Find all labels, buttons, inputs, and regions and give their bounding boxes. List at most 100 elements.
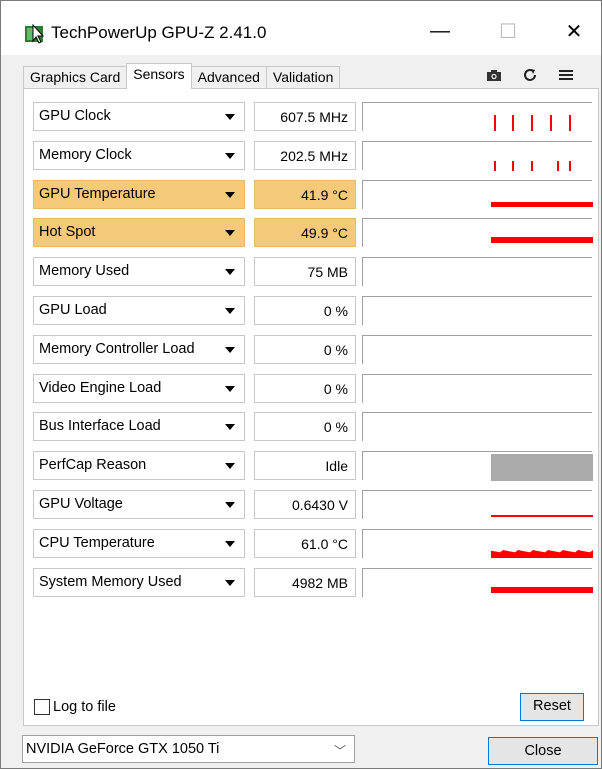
- gpuz-window: TechPowerUp GPU-Z 2.41.0 — ☐ ✕ Graphics …: [0, 0, 602, 769]
- sensor-label: Memory Used: [39, 263, 130, 279]
- sensor-value: Idle: [254, 451, 356, 480]
- sensor-value: 41.9 °C: [254, 180, 356, 209]
- sensor-value: 0.6430 V: [254, 490, 356, 519]
- sensor-label: GPU Voltage: [39, 496, 123, 512]
- dropdown-arrow-icon: [225, 463, 235, 469]
- gpuz-app-icon: [25, 23, 45, 44]
- sensor-row: GPU Temperature 41.9 °C: [33, 180, 593, 209]
- sensor-label: CPU Temperature: [39, 535, 155, 551]
- sensor-graph: [362, 180, 593, 209]
- sensor-select[interactable]: GPU Clock: [33, 102, 245, 131]
- sensor-select[interactable]: GPU Temperature: [33, 180, 245, 209]
- sensor-value: 0 %: [254, 335, 356, 364]
- sensor-value: 607.5 MHz: [254, 102, 356, 131]
- camera-icon[interactable]: [485, 66, 503, 84]
- sensor-graph: [362, 335, 592, 364]
- sensor-label: Hot Spot: [39, 224, 96, 240]
- minimize-button[interactable]: —: [417, 13, 463, 49]
- window-title: TechPowerUp GPU-Z 2.41.0: [51, 23, 267, 42]
- toolbar-icons: [485, 65, 575, 85]
- close-window-button[interactable]: ✕: [551, 13, 597, 49]
- sensor-row: Video Engine Load 0 %: [33, 374, 593, 403]
- sensor-graph: [362, 102, 592, 131]
- sensor-label: Memory Clock: [39, 147, 132, 163]
- refresh-icon[interactable]: [521, 66, 539, 84]
- sensor-row: PerfCap Reason Idle: [33, 451, 593, 481]
- reset-button[interactable]: Reset: [520, 693, 584, 721]
- sensor-graph: [362, 568, 593, 597]
- sensor-graph: [362, 296, 592, 325]
- sensor-graph: [362, 529, 593, 558]
- log-to-file-checkbox[interactable]: [34, 699, 50, 715]
- sensor-select[interactable]: CPU Temperature: [33, 529, 245, 558]
- sensor-select[interactable]: Memory Used: [33, 257, 245, 286]
- sensor-graph: [362, 257, 592, 286]
- dropdown-arrow-icon: [225, 347, 235, 353]
- tab-strip: Graphics Card Sensors Advanced Validatio…: [23, 63, 341, 89]
- sensor-value: 0 %: [254, 412, 356, 441]
- sensor-row: System Memory Used 4982 MB: [33, 568, 593, 597]
- minimize-icon: —: [430, 19, 450, 42]
- close-button[interactable]: Close: [488, 737, 598, 765]
- close-icon: ✕: [565, 20, 583, 43]
- title-bar[interactable]: TechPowerUp GPU-Z 2.41.0 — ☐ ✕: [1, 1, 601, 55]
- sensor-select[interactable]: GPU Load: [33, 296, 245, 325]
- sensor-row: CPU Temperature 61.0 °C: [33, 529, 593, 558]
- dropdown-arrow-icon: [225, 541, 235, 547]
- sensor-label: GPU Load: [39, 302, 107, 318]
- sensor-row: Bus Interface Load 0 %: [33, 412, 593, 441]
- sensor-value: 0 %: [254, 296, 356, 325]
- sensor-select[interactable]: Video Engine Load: [33, 374, 245, 403]
- sensor-graph: [362, 141, 592, 171]
- sensor-value: 49.9 °C: [254, 218, 356, 247]
- maximize-icon: ☐: [499, 20, 517, 43]
- gpu-select[interactable]: NVIDIA GeForce GTX 1050 Ti ﹀: [22, 735, 355, 763]
- sensor-row: GPU Clock 607.5 MHz: [33, 102, 593, 131]
- dropdown-arrow-icon: [225, 153, 235, 159]
- tab-graphics-card[interactable]: Graphics Card: [23, 66, 128, 88]
- sensor-label: Memory Controller Load: [39, 341, 195, 357]
- dropdown-arrow-icon: [225, 386, 235, 392]
- sensor-value: 202.5 MHz: [254, 141, 356, 170]
- tab-validation[interactable]: Validation: [265, 66, 341, 88]
- log-to-file-label: Log to file: [53, 699, 116, 715]
- dropdown-arrow-icon: [225, 269, 235, 275]
- sensor-value: 4982 MB: [254, 568, 356, 597]
- dropdown-arrow-icon: [225, 230, 235, 236]
- sensor-row: Hot Spot 49.9 °C: [33, 218, 593, 247]
- dropdown-arrow-icon: [225, 424, 235, 430]
- sensor-label: Bus Interface Load: [39, 418, 161, 434]
- sensor-row: GPU Load 0 %: [33, 296, 593, 325]
- sensor-graph: [362, 451, 593, 481]
- menu-icon[interactable]: [557, 66, 575, 84]
- sensor-select[interactable]: Bus Interface Load: [33, 412, 245, 441]
- maximize-button[interactable]: ☐: [485, 13, 531, 49]
- sensor-value: 61.0 °C: [254, 529, 356, 558]
- sensor-row: Memory Clock 202.5 MHz: [33, 141, 593, 171]
- dropdown-arrow-icon: [225, 192, 235, 198]
- tab-sensors[interactable]: Sensors: [126, 63, 192, 89]
- sensor-select[interactable]: Memory Clock: [33, 141, 245, 170]
- sensor-label: System Memory Used: [39, 574, 182, 590]
- sensor-row: GPU Voltage 0.6430 V: [33, 490, 593, 519]
- dropdown-arrow-icon: [225, 502, 235, 508]
- sensor-graph: [362, 374, 592, 403]
- sensor-select[interactable]: Memory Controller Load: [33, 335, 245, 364]
- sensor-label: GPU Temperature: [39, 186, 156, 202]
- sensor-select[interactable]: Hot Spot: [33, 218, 245, 247]
- sensor-label: Video Engine Load: [39, 380, 162, 396]
- sensor-select[interactable]: GPU Voltage: [33, 490, 245, 519]
- sensor-select[interactable]: System Memory Used: [33, 568, 245, 597]
- sensor-row: Memory Used 75 MB: [33, 257, 593, 286]
- sensor-select[interactable]: PerfCap Reason: [33, 451, 245, 480]
- sensor-label: GPU Clock: [39, 108, 111, 124]
- sensor-graph: [362, 412, 592, 441]
- sensor-row: Memory Controller Load 0 %: [33, 335, 593, 364]
- dropdown-arrow-icon: [225, 308, 235, 314]
- dropdown-arrow-icon: [225, 114, 235, 120]
- dropdown-arrow-icon: [225, 580, 235, 586]
- sensor-graph: [362, 490, 593, 519]
- sensor-value: 75 MB: [254, 257, 356, 286]
- tab-advanced[interactable]: Advanced: [190, 66, 267, 88]
- log-to-file[interactable]: Log to file: [34, 699, 116, 715]
